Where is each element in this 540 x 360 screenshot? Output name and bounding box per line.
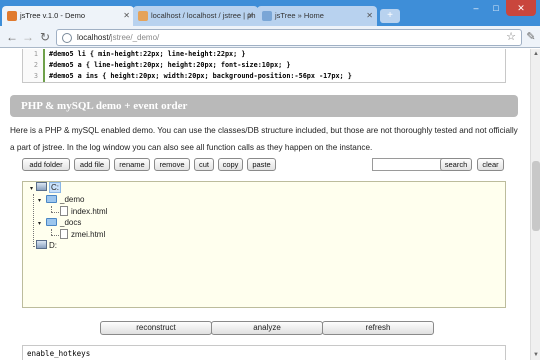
new-tab-button[interactable]: + <box>380 9 400 23</box>
code-line: 2 #demo5 a { line-height:20px; height:20p… <box>23 60 505 71</box>
tree-node-label: _demo <box>60 195 85 204</box>
page-scrollbar[interactable]: ▲ ▼ <box>530 49 540 360</box>
tree-node-label: C: <box>49 182 61 193</box>
paste-button[interactable]: paste <box>247 158 276 171</box>
tab-jstree-demo[interactable]: jsTree v.1.0 - Demo ✕ <box>2 6 134 26</box>
section-title: PHP & mySQL demo + event order <box>10 95 518 117</box>
close-tab-icon[interactable]: ✕ <box>123 6 130 26</box>
folder-icon <box>46 218 57 226</box>
tree-node-d[interactable]: D: <box>36 240 57 252</box>
add-file-button[interactable]: add file <box>74 158 110 171</box>
scroll-down-icon[interactable]: ▼ <box>531 350 540 360</box>
drive-icon <box>36 182 47 191</box>
tab-label: jsTree v.1.0 - Demo <box>20 11 86 20</box>
file-icon <box>60 206 68 216</box>
tree-node-label: index.html <box>71 207 108 216</box>
browser-toolbar: ← → ↻ localhost/jstree/_demo/ ☆ ✎ <box>0 26 540 48</box>
address-bar[interactable]: localhost/jstree/_demo/ ☆ <box>56 29 522 46</box>
browser-titlebar: jsTree v.1.0 - Demo ✕ localhost / localh… <box>0 0 540 26</box>
search-button[interactable]: search <box>440 158 472 171</box>
remove-button[interactable]: remove <box>154 158 190 171</box>
code-text: #demo5 li { min-height:22px; line-height… <box>49 50 246 58</box>
forward-icon[interactable]: → <box>20 29 36 45</box>
copy-button[interactable]: copy <box>218 158 243 171</box>
line-number: 2 <box>23 60 45 71</box>
tab-label: jsTree » Home <box>275 11 324 20</box>
phpmyadmin-favicon-icon <box>138 11 148 21</box>
tree-connector <box>51 212 59 213</box>
tree-connector <box>51 235 59 236</box>
jstree-favicon-icon <box>7 11 17 21</box>
collapse-toggle-icon[interactable]: ▾ <box>38 220 41 227</box>
reload-icon[interactable]: ↻ <box>37 29 53 45</box>
line-number: 1 <box>23 49 45 60</box>
jstree-home-favicon-icon <box>262 11 272 21</box>
code-listing: 1 #demo5 li { min-height:22px; line-heigh… <box>22 49 506 83</box>
file-tree: ▾ C: ▾ _demo index.html ▾ _docs zmei.htm… <box>22 181 506 308</box>
wrench-icon[interactable]: ✎ <box>524 29 538 45</box>
file-icon <box>60 229 68 239</box>
back-icon[interactable]: ← <box>4 29 20 45</box>
tree-node-label: D: <box>49 241 57 250</box>
tab-phpmyadmin[interactable]: localhost / localhost / jstree | ph ✕ <box>133 6 258 26</box>
tree-node-zmei-html[interactable]: zmei.html <box>60 229 105 241</box>
code-line: 3 #demo5 a ins { height:20px; width:20px;… <box>23 71 505 82</box>
window-controls: – □ ✕ <box>466 0 536 16</box>
log-window[interactable]: enable_hotkeys <box>22 345 506 360</box>
tree-node-c[interactable]: C: <box>36 182 61 194</box>
tab-jstree-home[interactable]: jsTree » Home ✕ <box>257 6 377 26</box>
analyze-button[interactable]: analyze <box>211 321 323 335</box>
tree-node-demo[interactable]: _demo <box>46 194 84 206</box>
url-text: localhost/jstree/_demo/ <box>77 30 159 45</box>
reconstruct-button[interactable]: reconstruct <box>100 321 212 335</box>
tree-node-docs[interactable]: _docs <box>46 217 81 229</box>
code-text: #demo5 a { line-height:20px; height:20px… <box>49 61 291 69</box>
refresh-button[interactable]: refresh <box>322 321 434 335</box>
close-window-button[interactable]: ✕ <box>506 0 536 16</box>
collapse-toggle-icon[interactable]: ▾ <box>30 185 33 192</box>
cut-button[interactable]: cut <box>194 158 214 171</box>
maximize-button[interactable]: □ <box>486 0 506 16</box>
url-host: localhost/ <box>77 33 111 42</box>
add-folder-button[interactable]: add folder <box>22 158 70 171</box>
rename-button[interactable]: rename <box>114 158 150 171</box>
code-text: #demo5 a ins { height:20px; width:20px; … <box>49 72 352 80</box>
page-content: 1 #demo5 li { min-height:22px; line-heigh… <box>0 49 530 360</box>
minimize-button[interactable]: – <box>466 0 486 16</box>
drive-icon <box>36 240 47 249</box>
collapse-toggle-icon[interactable]: ▾ <box>38 197 41 204</box>
close-tab-icon[interactable]: ✕ <box>247 6 254 26</box>
tree-node-label: _docs <box>60 218 82 227</box>
scroll-up-icon[interactable]: ▲ <box>531 49 540 59</box>
tree-node-label: zmei.html <box>71 230 106 239</box>
url-path: jstree/_demo/ <box>110 33 160 42</box>
star-icon[interactable]: ☆ <box>506 30 516 45</box>
line-number: 3 <box>23 71 45 82</box>
tree-connector <box>33 194 34 244</box>
log-line: enable_hotkeys <box>27 349 91 358</box>
code-line: 1 #demo5 li { min-height:22px; line-heigh… <box>23 49 505 60</box>
globe-icon <box>62 33 72 43</box>
close-tab-icon[interactable]: ✕ <box>366 6 373 26</box>
scrollbar-thumb[interactable] <box>532 161 540 231</box>
demo-description: Here is a PHP & mySQL enabled demo. You … <box>10 126 518 152</box>
tab-label: localhost / localhost / jstree | ph <box>151 11 256 20</box>
folder-icon <box>46 195 57 203</box>
clear-button[interactable]: clear <box>477 158 504 171</box>
